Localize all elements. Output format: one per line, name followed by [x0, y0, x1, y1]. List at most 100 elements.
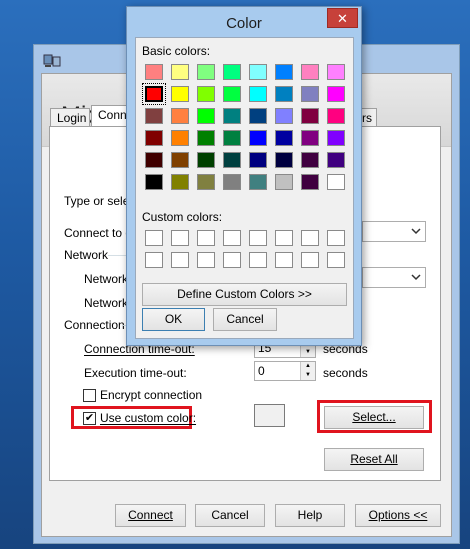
select-color-button[interactable]: Select...	[324, 406, 424, 429]
basic-color-swatch[interactable]	[197, 174, 215, 190]
basic-color-swatch[interactable]	[171, 108, 189, 124]
options-button[interactable]: Options <<	[355, 504, 441, 527]
tab-login[interactable]: Login	[50, 108, 90, 127]
custom-color-swatch[interactable]	[145, 252, 163, 268]
basic-color-swatch[interactable]	[275, 64, 293, 80]
basic-colors-label: Basic colors:	[142, 44, 211, 58]
basic-color-swatch[interactable]	[301, 108, 319, 124]
close-icon: ✕	[337, 11, 348, 26]
define-custom-colors-button[interactable]: Define Custom Colors >>	[142, 283, 347, 306]
basic-color-swatch[interactable]	[223, 64, 241, 80]
connection-group-label: Connection	[64, 318, 125, 332]
basic-color-swatch[interactable]	[223, 108, 241, 124]
basic-color-swatch[interactable]	[171, 152, 189, 168]
network-protocol-label: Network	[84, 272, 129, 286]
database-combobox[interactable]	[362, 221, 426, 242]
basic-color-swatch[interactable]	[197, 108, 215, 124]
basic-color-swatch[interactable]	[327, 108, 345, 124]
basic-color-swatch[interactable]	[142, 83, 166, 105]
basic-color-swatch[interactable]	[275, 108, 293, 124]
network-packet-size-label: Network	[84, 296, 129, 310]
network-group-label: Network	[64, 248, 109, 262]
basic-color-swatch[interactable]	[249, 108, 267, 124]
basic-color-swatch[interactable]	[301, 86, 319, 102]
spinner-arrows-icon[interactable]: ▲▼	[300, 362, 315, 380]
basic-color-swatch[interactable]	[327, 130, 345, 146]
basic-color-swatch[interactable]	[197, 152, 215, 168]
basic-color-swatch[interactable]	[327, 174, 345, 190]
custom-color-swatch[interactable]	[171, 230, 189, 246]
basic-color-swatch[interactable]	[327, 152, 345, 168]
basic-color-swatch[interactable]	[275, 86, 293, 102]
help-button[interactable]: Help	[275, 504, 345, 527]
basic-color-swatch[interactable]	[171, 174, 189, 190]
basic-color-swatch[interactable]	[171, 86, 189, 102]
basic-color-swatch[interactable]	[145, 174, 163, 190]
basic-color-swatch[interactable]	[249, 174, 267, 190]
execution-timeout-label: Execution time-out:	[84, 366, 187, 380]
custom-color-swatch[interactable]	[197, 230, 215, 246]
chevron-down-icon	[411, 228, 421, 235]
basic-color-swatch[interactable]	[171, 130, 189, 146]
basic-color-swatch[interactable]	[275, 174, 293, 190]
basic-color-swatch[interactable]	[197, 64, 215, 80]
custom-color-swatch[interactable]	[275, 230, 293, 246]
custom-color-swatch[interactable]	[171, 252, 189, 268]
basic-color-swatch[interactable]	[171, 64, 189, 80]
custom-color-swatch[interactable]	[301, 230, 319, 246]
custom-color-swatch[interactable]	[197, 252, 215, 268]
seconds-label: seconds	[323, 366, 368, 380]
basic-color-swatch[interactable]	[249, 130, 267, 146]
basic-color-swatch[interactable]	[145, 130, 163, 146]
custom-color-swatch[interactable]	[301, 252, 319, 268]
custom-color-swatch[interactable]	[223, 230, 241, 246]
cancel-button[interactable]: Cancel	[195, 504, 265, 527]
basic-color-swatch[interactable]	[327, 64, 345, 80]
custom-color-swatch[interactable]	[327, 252, 345, 268]
basic-color-swatch[interactable]	[301, 174, 319, 190]
basic-color-swatch[interactable]	[275, 130, 293, 146]
basic-color-swatch[interactable]	[145, 108, 163, 124]
server-icon	[43, 54, 61, 67]
execution-timeout-spinner[interactable]: 0 ▲ ▼	[254, 361, 316, 381]
custom-colors-label: Custom colors:	[142, 210, 223, 224]
basic-color-swatch[interactable]	[145, 64, 163, 80]
encrypt-connection-checkbox[interactable]	[83, 389, 96, 402]
basic-color-swatch[interactable]	[301, 130, 319, 146]
custom-color-swatch[interactable]	[275, 252, 293, 268]
fieldset-line	[108, 255, 128, 256]
basic-color-swatch[interactable]	[275, 152, 293, 168]
basic-color-swatch[interactable]	[249, 152, 267, 168]
custom-color-swatch[interactable]	[249, 230, 267, 246]
chevron-down-icon	[411, 274, 421, 281]
basic-color-swatch[interactable]	[249, 64, 267, 80]
use-custom-color-checkbox[interactable]: ✔	[83, 412, 96, 425]
execution-timeout-value: 0	[258, 364, 265, 378]
color-cancel-button[interactable]: Cancel	[213, 308, 277, 331]
encrypt-connection-label: Encrypt connection	[100, 388, 203, 402]
basic-color-swatch[interactable]	[301, 64, 319, 80]
custom-color-preview	[254, 404, 285, 427]
reset-all-button[interactable]: Reset All	[324, 448, 424, 471]
close-button[interactable]: ✕	[327, 8, 358, 28]
basic-color-swatch[interactable]	[301, 152, 319, 168]
ok-button[interactable]: OK	[142, 308, 205, 331]
custom-color-swatch[interactable]	[145, 230, 163, 246]
basic-color-swatch[interactable]	[197, 130, 215, 146]
basic-color-swatch[interactable]	[223, 130, 241, 146]
basic-color-swatch[interactable]	[223, 174, 241, 190]
basic-color-swatch[interactable]	[197, 86, 215, 102]
type-or-select-label: Type or selec	[64, 194, 136, 208]
basic-color-swatch[interactable]	[223, 152, 241, 168]
basic-color-swatch[interactable]	[223, 86, 241, 102]
custom-color-swatch[interactable]	[327, 230, 345, 246]
network-protocol-combobox[interactable]	[362, 267, 426, 288]
connect-button[interactable]: Connect	[115, 504, 186, 527]
basic-color-swatch[interactable]	[249, 86, 267, 102]
basic-color-swatch[interactable]	[327, 86, 345, 102]
color-dialog-title: Color	[226, 15, 262, 32]
basic-color-swatch[interactable]	[145, 152, 163, 168]
custom-color-swatch[interactable]	[249, 252, 267, 268]
custom-color-swatch[interactable]	[223, 252, 241, 268]
use-custom-color-label: Use custom color:	[100, 411, 197, 425]
